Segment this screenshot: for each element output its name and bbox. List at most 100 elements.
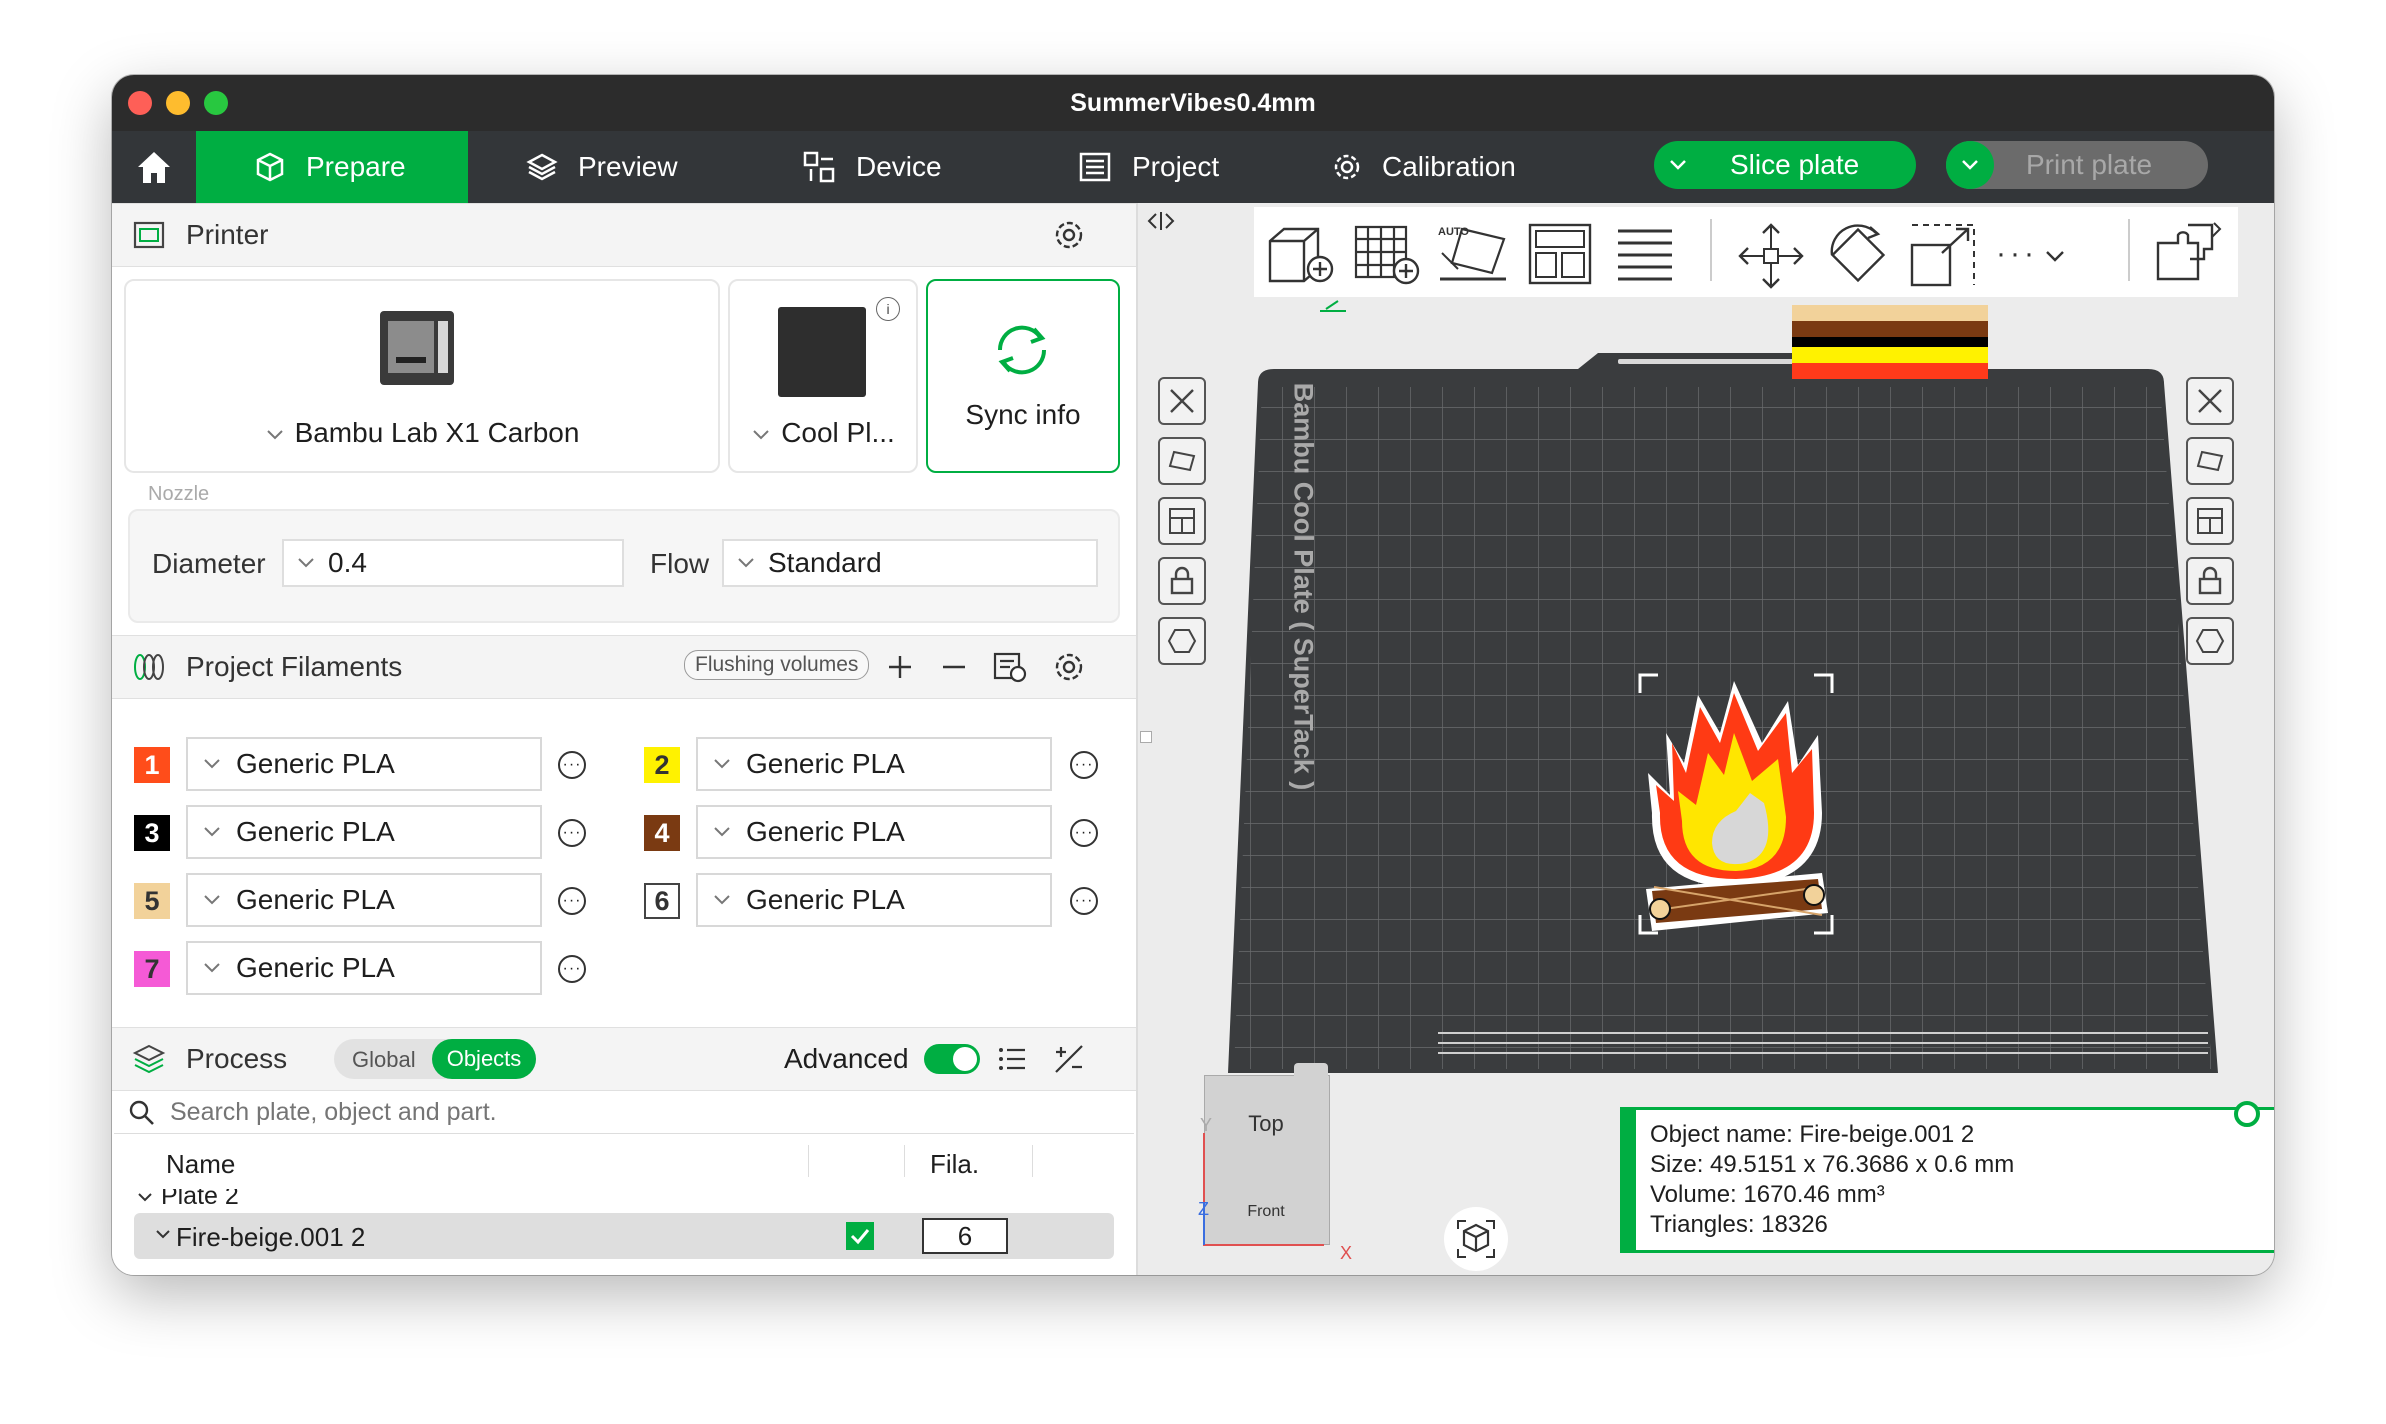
tab-device[interactable]: Device [802, 131, 942, 203]
flow-label: Flow [650, 548, 710, 579]
slice-dropdown[interactable] [1654, 141, 1702, 189]
tab-calibration-label: Calibration [1382, 151, 1516, 182]
filament-swatch-5[interactable]: 5 [134, 883, 170, 919]
main-tab-bar: Prepare Preview Device Project Calibrati… [112, 131, 2274, 203]
arrange-small-icon [1169, 508, 1195, 534]
list-icon[interactable] [998, 1044, 1028, 1074]
printer-settings-gear-icon[interactable] [1052, 218, 1086, 252]
plate-card[interactable]: i Cool Pl... [728, 279, 918, 473]
flow-select[interactable]: Standard [722, 539, 1098, 587]
filament-sync-icon[interactable] [992, 650, 1028, 684]
calibration-icon [1334, 154, 1360, 180]
tab-prepare[interactable]: Prepare [196, 131, 468, 203]
global-objects-toggle[interactable]: Global Objects [334, 1039, 536, 1079]
object-row[interactable]: Fire-beige.001 2 6 [134, 1213, 1114, 1259]
diameter-label: Diameter [152, 548, 266, 579]
compare-icon[interactable] [1052, 1042, 1086, 1076]
reset-view-button[interactable] [1444, 1207, 1508, 1271]
sync-info-button[interactable]: Sync info [926, 279, 1120, 473]
tab-calibration[interactable]: Calibration [1332, 131, 1516, 203]
plate-row[interactable]: Plate 2 [136, 1189, 1036, 1209]
filament-more-icon[interactable]: ··· [558, 751, 586, 779]
filament-spool-icon [134, 654, 164, 680]
auto-orient-icon[interactable]: AUTO [1436, 221, 1512, 287]
arrange-plate-button[interactable] [1158, 497, 1206, 545]
scale-icon[interactable] [1908, 221, 1978, 289]
print-dropdown[interactable] [1946, 141, 1994, 189]
filament-swatch-1[interactable]: 1 [134, 747, 170, 783]
collapse-sidebar-icon[interactable] [1146, 209, 1176, 233]
plate-settings-button[interactable] [1158, 617, 1206, 665]
chevron-down-icon [753, 430, 769, 440]
pencil-icon [1320, 300, 1346, 312]
toggle-objects[interactable]: Objects [432, 1039, 536, 1079]
object-visible-checkbox[interactable] [846, 1222, 874, 1250]
arrange-plate-button-2[interactable] [2186, 497, 2234, 545]
plate-settings-button-2[interactable] [2186, 617, 2234, 665]
add-filament-icon[interactable] [886, 653, 914, 681]
flushing-volumes-button[interactable]: Flushing volumes [684, 650, 870, 680]
filament-swatch-6[interactable]: 6 [644, 883, 680, 919]
layers-list-icon[interactable] [1612, 221, 1678, 287]
object-info-panel: Object name: Fire-beige.001 2 Size: 49.5… [1620, 1107, 2274, 1253]
chevron-down-icon [204, 895, 220, 905]
filament-select-1[interactable]: Generic PLA [186, 737, 542, 791]
tab-project[interactable]: Project [1078, 131, 1219, 203]
filament-swatch-7[interactable]: 7 [134, 951, 170, 987]
hexagon-icon [2195, 629, 2225, 653]
filament-more-icon[interactable]: ··· [558, 955, 586, 983]
filament-more-icon[interactable]: ··· [558, 819, 586, 847]
rotate-icon[interactable] [1822, 219, 1894, 291]
toggle-global[interactable]: Global [352, 1047, 416, 1073]
filament-select-7[interactable]: Generic PLA [186, 941, 542, 995]
arrange-icon[interactable] [1526, 221, 1594, 287]
col-name-header[interactable]: Name [166, 1149, 235, 1180]
print-plate-button[interactable]: Print plate [1946, 141, 2208, 189]
filament-swatch-2[interactable]: 2 [644, 747, 680, 783]
filament-select-2[interactable]: Generic PLA [696, 737, 1052, 791]
slice-plate-button[interactable]: Slice plate [1654, 141, 1916, 189]
3d-viewport[interactable]: AUTO ··· Bambu Cool Plate ( SuperTack) … [1138, 203, 2274, 1275]
printer-selector[interactable]: Bambu Lab X1 Carbon [126, 417, 718, 449]
filament-more-icon[interactable]: ··· [1070, 819, 1098, 847]
tab-preview[interactable]: Preview [526, 131, 678, 203]
add-object-icon[interactable] [1264, 221, 1340, 287]
filament-select-3[interactable]: Generic PLA [186, 805, 542, 859]
more-tools-button[interactable]: ··· [1996, 237, 2066, 271]
auto-orient-plate-button-2[interactable] [2186, 437, 2234, 485]
lock-plate-button[interactable] [1158, 557, 1206, 605]
home-button[interactable] [112, 131, 196, 203]
campfire-object[interactable] [1638, 673, 1834, 935]
lock-plate-button-2[interactable] [2186, 557, 2234, 605]
info-icon[interactable]: i [876, 297, 900, 321]
chevron-down-icon [2046, 251, 2064, 262]
auto-orient-plate-button[interactable] [1158, 437, 1206, 485]
delete-plate-button[interactable] [2186, 377, 2234, 425]
sash-handle[interactable] [1140, 731, 1152, 743]
delete-all-button[interactable] [1158, 377, 1206, 425]
printer-card[interactable]: Bambu Lab X1 Carbon [124, 279, 720, 473]
advanced-toggle[interactable] [924, 1044, 980, 1074]
remove-filament-icon[interactable] [940, 653, 968, 681]
filament-select-4[interactable]: Generic PLA [696, 805, 1052, 859]
add-plate-icon[interactable] [1350, 221, 1424, 287]
filament-swatch-3[interactable]: 3 [134, 815, 170, 851]
filament-swatch-4[interactable]: 4 [644, 815, 680, 851]
filament-select-5[interactable]: Generic PLA [186, 873, 542, 927]
diameter-select[interactable]: 0.4 [282, 539, 624, 587]
filament-more-icon[interactable]: ··· [1070, 751, 1098, 779]
plate-name: Cool Pl... [781, 417, 895, 448]
chevron-down-icon [204, 759, 220, 769]
color-stack-red [1792, 363, 1988, 379]
col-fila-header[interactable]: Fila. [930, 1149, 979, 1180]
object-search-input[interactable] [168, 1095, 1072, 1129]
filament-settings-gear-icon[interactable] [1052, 650, 1086, 684]
object-search-bar[interactable] [114, 1091, 1134, 1134]
filament-select-6[interactable]: Generic PLA [696, 873, 1052, 927]
split-parts-icon[interactable] [2154, 219, 2224, 291]
plate-selector[interactable]: Cool Pl... [730, 417, 916, 449]
filament-more-icon[interactable]: ··· [558, 887, 586, 915]
move-icon[interactable] [1736, 221, 1806, 291]
filament-more-icon[interactable]: ··· [1070, 887, 1098, 915]
object-filament-field[interactable]: 6 [922, 1218, 1008, 1254]
